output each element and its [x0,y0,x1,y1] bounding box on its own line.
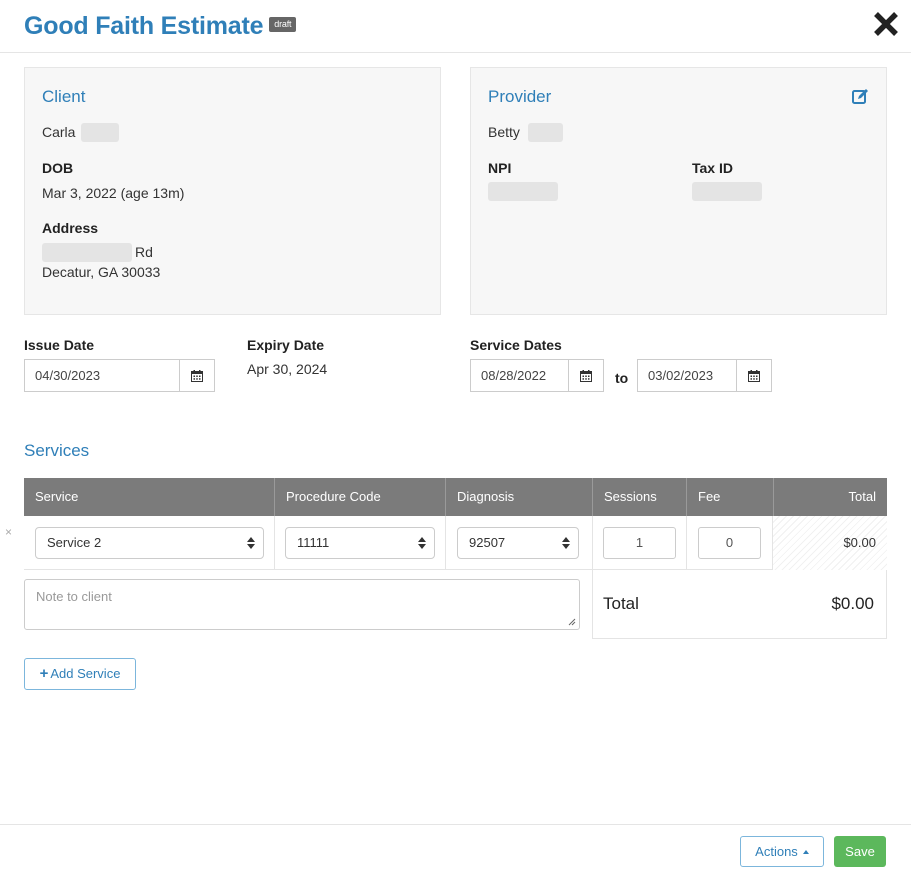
add-service-button[interactable]: + Add Service [24,658,136,690]
service-end-input[interactable]: 03/02/2023 [637,359,737,392]
select-arrows-icon [562,537,570,549]
redacted-npi [488,182,558,201]
services-title: Services [24,441,90,460]
save-button[interactable]: Save [834,836,886,867]
dob-label: DOB [42,160,74,176]
actions-button[interactable]: Actions [740,836,824,867]
select-arrows-icon [418,537,426,549]
page-title-text: Good Faith Estimate [24,12,264,40]
table-row: Service 2 11111 92507 1 0 $0.00 [24,516,887,570]
resize-handle-icon [568,618,576,626]
diagnosis-select[interactable]: 92507 [457,527,579,559]
row-total-cell: $0.00 [773,516,887,570]
service-end-calendar-icon[interactable] [737,359,772,392]
fee-input[interactable]: 0 [698,527,761,559]
service-start-calendar-icon[interactable] [569,359,604,392]
services-table-header: Service Procedure Code Diagnosis Session… [24,478,887,516]
grand-total-value: $0.00 [831,594,874,613]
actions-label: Actions [755,844,798,859]
column-header-service: Service [35,489,79,504]
provider-title: Provider [488,87,552,106]
client-name: Carla [42,124,76,140]
issue-date-label: Issue Date [24,337,95,353]
procedure-code-select[interactable]: 11111 [285,527,435,559]
issue-date-input[interactable]: 04/30/2023 [24,359,180,392]
status-badge: draft [269,16,297,32]
grand-total-label: Total [603,594,639,613]
edit-icon[interactable] [852,88,869,105]
expiry-date-value: Apr 30, 2024 [247,361,328,377]
provider-card: Provider Betty NPI Tax ID [470,67,887,315]
column-header-fee: Fee [686,478,773,516]
cell-divider [274,516,275,570]
expiry-date-label: Expiry Date [247,337,325,353]
sessions-input[interactable]: 1 [603,527,676,559]
page-title: Good Faith Estimate draft [24,12,297,41]
cell-divider [445,516,446,570]
add-service-label: Add Service [50,666,121,681]
modal-header: Good Faith Estimate draft [0,0,911,53]
service-start-input[interactable]: 08/28/2022 [470,359,569,392]
tax-id-label: Tax ID [692,160,733,176]
provider-name: Betty [488,124,520,140]
column-header-sessions: Sessions [592,478,686,516]
close-icon[interactable] [872,9,900,39]
redacted-tax-id [692,182,762,201]
caret-up-icon [802,850,809,854]
cell-divider [686,516,687,570]
remove-row-icon[interactable]: × [5,525,12,539]
plus-icon: + [39,665,49,682]
procedure-code-value: 11111 [297,535,330,550]
address-suffix: Rd [135,244,153,260]
column-header-diagnosis: Diagnosis [445,478,592,516]
note-to-client-input[interactable]: Note to client [24,579,580,630]
column-header-total: Total [773,478,887,516]
redacted-client-surname [81,123,119,142]
redacted-provider-surname [528,123,563,142]
modal-footer: Actions Save [0,824,911,874]
row-total-value: $0.00 [843,535,876,550]
service-dates-label: Service Dates [470,337,562,353]
npi-label: NPI [488,160,512,176]
note-placeholder: Note to client [36,589,112,604]
dob-value: Mar 3, 2022 (age 13m) [42,185,185,201]
grand-total-box: Total $0.00 [592,570,887,639]
service-select-value: Service 2 [47,535,102,550]
address-label: Address [42,220,99,236]
cell-divider [592,516,593,570]
client-card: Client Carla DOB Mar 3, 2022 (age 13m) A… [24,67,441,315]
column-header-procedure-code: Procedure Code [274,478,445,516]
issue-date-calendar-icon[interactable] [180,359,215,392]
redacted-street [42,243,132,262]
select-arrows-icon [247,537,255,549]
address-city: Decatur, GA 30033 [42,264,161,280]
to-label: to [615,370,629,386]
diagnosis-value: 92507 [469,535,506,550]
client-title: Client [42,87,86,106]
service-select[interactable]: Service 2 [35,527,264,559]
